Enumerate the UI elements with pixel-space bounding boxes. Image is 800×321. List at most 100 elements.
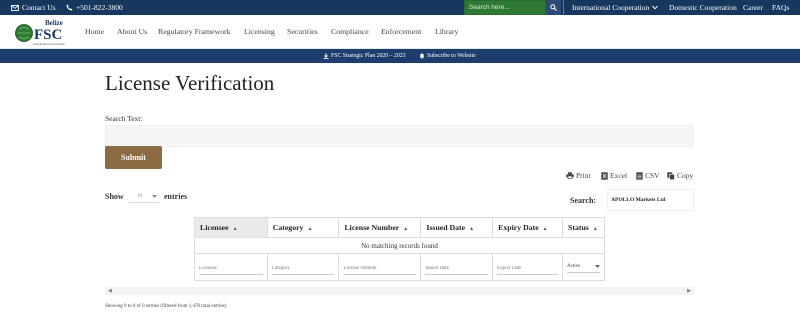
column-label: Licensee [200,223,229,232]
horizontal-scrollbar[interactable]: ◀ ▶ [105,287,694,295]
domestic-cooperation-label: Domestic Cooperation [669,3,737,12]
csv-file-icon [636,171,643,180]
filter-license-number-input[interactable] [343,259,417,275]
search-text-label: Search Text: [105,114,143,123]
faqs-link[interactable]: FAQs [772,3,789,12]
svg-text:Belize: Belize [45,19,63,27]
sort-icon: ▲ [542,227,548,232]
envelope-icon [11,4,19,11]
column-label: Issued Date [426,223,466,232]
download-icon [323,53,329,59]
copy-button[interactable]: Copy [667,171,693,180]
career-link[interactable]: Career [743,3,763,12]
print-label: Print [576,171,591,180]
strategic-plan-label: FSC Strategic Plan 2020 – 2023 [331,53,406,59]
site-search-button[interactable] [546,0,561,15]
site-search-input[interactable] [465,1,545,14]
contact-us-label: Contact Us [22,3,56,12]
filter-expiry-date-input[interactable] [497,259,559,275]
filter-cell [492,253,564,281]
nav-regulatory-framework[interactable]: Regulatory Framework [158,27,231,36]
column-header-category[interactable]: Category ▲ [266,217,340,238]
nav-licensing[interactable]: Licensing [244,27,275,36]
nav-library[interactable]: Library [435,27,458,36]
filter-cell [266,253,340,281]
license-search-input[interactable] [105,125,694,147]
table-row: No matching records found [194,237,605,254]
entries-label: entries [164,192,188,201]
announcement-bar: FSC Strategic Plan 2020 – 2023 Subscribe… [0,49,800,63]
svg-text:FSC: FSC [34,27,62,43]
filter-row: Active [194,253,605,281]
international-cooperation-label: International Cooperation [572,3,650,12]
copy-icon [667,171,675,180]
nav-securities[interactable]: Securities [287,27,318,36]
column-header-issued-date[interactable]: Issued Date ▲ [420,217,494,238]
scroll-right-icon[interactable]: ▶ [687,288,691,294]
copy-label: Copy [677,171,694,180]
sort-icon: ▲ [403,227,409,232]
international-cooperation-menu[interactable]: International Cooperation [572,3,659,12]
nav-compliance[interactable]: Compliance [331,27,369,36]
filter-cell [338,253,422,281]
column-label: License Number [344,223,400,232]
empty-table-message: No matching records found [194,237,605,254]
subscribe-label: Subscribe to Website [427,53,476,59]
status-filter-select[interactable]: Active [567,261,600,273]
print-button[interactable]: Print [566,171,591,180]
sort-icon: ▲ [469,227,475,232]
top-bar: Contact Us +501-822-3800 International C… [0,0,800,15]
filter-cell [194,253,268,281]
career-label: Career [743,3,763,12]
scroll-left-icon[interactable]: ◀ [108,288,112,294]
topbar-divider [563,0,564,15]
column-header-licensee[interactable]: Licensee ▲ [194,217,268,238]
strategic-plan-link[interactable]: FSC Strategic Plan 2020 – 2023 [323,53,406,59]
fsc-logo[interactable]: Belize FSC Financial Services Commission [14,17,68,47]
excel-button[interactable]: Excel [601,171,627,180]
status-filter-value: Active [567,264,581,269]
domestic-cooperation-link[interactable]: Domestic Cooperation [669,3,737,12]
faqs-label: FAQs [772,3,790,12]
nav-enforcement[interactable]: Enforcement [381,27,421,36]
fsc-logo-graphic: Belize FSC Financial Services Commission [15,19,66,46]
sort-icon: ▲ [592,227,598,232]
caret-down-icon [152,195,157,198]
table-search-input[interactable] [607,189,694,211]
excel-icon [601,171,608,180]
excel-label: Excel [610,171,628,180]
main-navbar: Belize FSC Financial Services Commission… [0,15,800,49]
subscribe-link[interactable]: Subscribe to Website [419,53,476,59]
search-icon [550,4,557,11]
column-label: Status [568,223,589,232]
phone-link[interactable]: +501-822-3800 [66,3,123,12]
phone-icon [66,4,73,11]
sort-asc-icon: ▲ [232,227,238,232]
sort-icon: ▲ [307,227,313,232]
csv-button[interactable]: CSV [636,171,660,180]
column-header-status[interactable]: Status ▲ [562,217,605,238]
column-label: Expiry Date [498,223,539,232]
table-search-label: Search: [570,196,597,205]
column-header-expiry-date[interactable]: Expiry Date ▲ [492,217,564,238]
filter-cell: Active [562,253,605,281]
page-length-select[interactable]: 10 [129,191,159,203]
submit-button[interactable]: Submit [105,146,162,169]
contact-us-link[interactable]: Contact Us [11,3,56,12]
caret-down-icon [595,265,600,268]
column-label: Category [272,223,304,232]
print-icon [566,172,574,179]
nav-about-us[interactable]: About Us [117,27,147,36]
filter-issued-date-input[interactable] [425,259,489,275]
site-search-box [464,0,546,15]
filter-category-input[interactable] [271,259,335,275]
column-header-license-number[interactable]: License Number ▲ [338,217,422,238]
nav-home[interactable]: Home [85,27,104,36]
page-title: License Verification [105,71,275,95]
csv-label: CSV [645,171,660,180]
chevron-down-icon [652,5,659,10]
show-label: Show [105,192,124,201]
bell-icon [419,53,425,59]
phone-number: +501-822-3800 [76,3,123,12]
filter-licensee-input[interactable] [199,259,263,275]
